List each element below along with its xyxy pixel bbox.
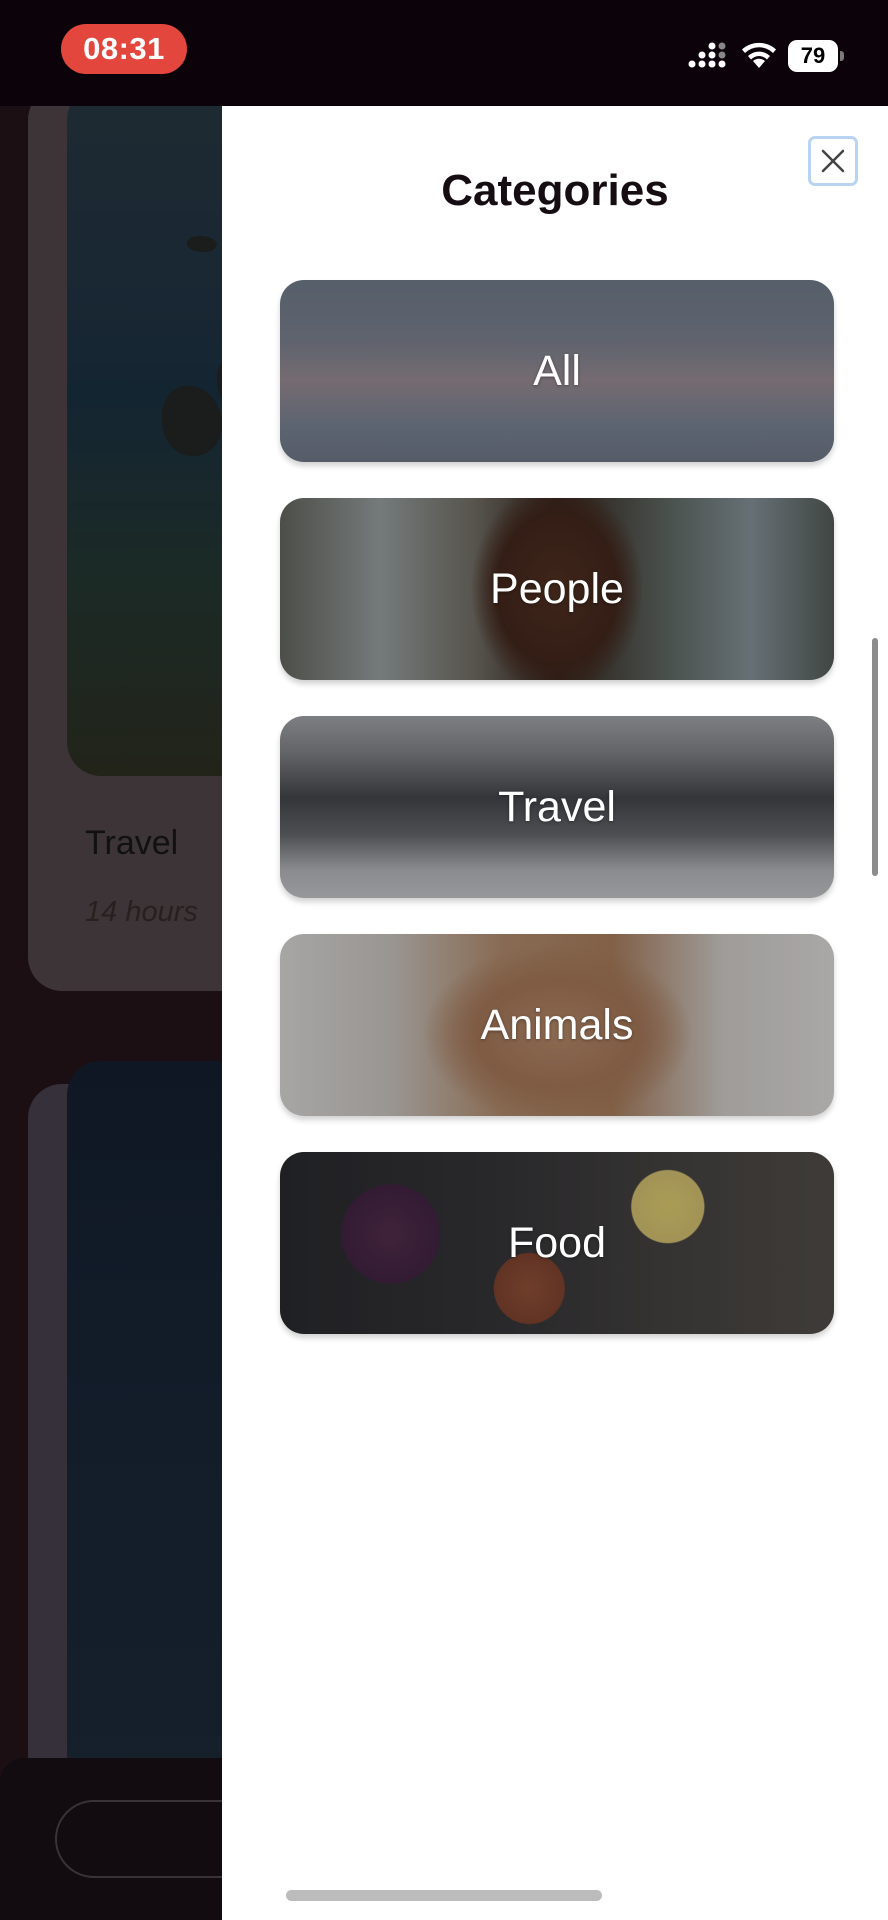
category-label: Travel xyxy=(498,782,616,831)
category-travel[interactable]: Travel xyxy=(280,716,834,898)
category-all[interactable]: All xyxy=(280,280,834,462)
scrollbar[interactable] xyxy=(872,638,878,876)
battery-icon: 79 xyxy=(788,40,844,72)
wifi-icon xyxy=(742,42,776,68)
category-label: All xyxy=(533,346,581,395)
page-title: Categories xyxy=(441,166,669,215)
categories-drawer: Categories All People Travel Animals Foo… xyxy=(222,106,888,1920)
category-label: Animals xyxy=(480,1000,634,1049)
background-card-subtitle: 14 hours xyxy=(85,896,198,928)
category-people[interactable]: People xyxy=(280,498,834,680)
status-time: 08:31 xyxy=(61,24,187,74)
home-indicator[interactable] xyxy=(286,1890,602,1901)
background-card-title: Travel xyxy=(85,824,179,862)
category-label: People xyxy=(490,564,624,613)
category-food[interactable]: Food xyxy=(280,1152,834,1334)
category-label: Food xyxy=(507,1218,606,1267)
category-animals[interactable]: Animals xyxy=(280,934,834,1116)
signal-icon xyxy=(688,42,726,68)
status-bar: 08:31 79 xyxy=(0,0,888,106)
battery-level: 79 xyxy=(788,40,838,72)
